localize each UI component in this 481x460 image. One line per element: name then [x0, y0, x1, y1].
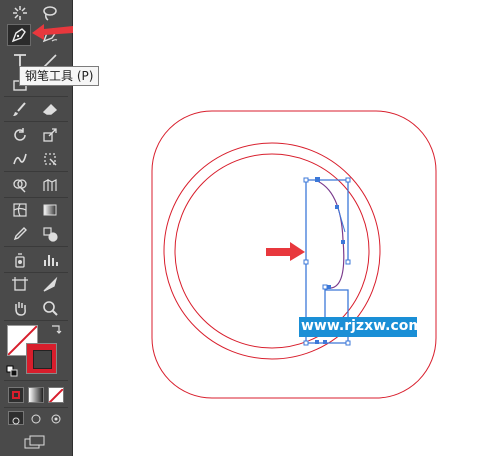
- stroke-swatch[interactable]: [26, 343, 57, 374]
- free-transform-icon[interactable]: [38, 148, 62, 170]
- artwork: [151, 110, 437, 399]
- column-graph-icon[interactable]: [38, 249, 62, 271]
- artboard-icon[interactable]: [8, 274, 32, 296]
- mesh-icon[interactable]: [8, 199, 32, 221]
- magic-wand-icon[interactable]: [8, 2, 32, 24]
- pen-tool-icon[interactable]: [7, 24, 31, 46]
- blend-icon[interactable]: [38, 223, 62, 245]
- artboard-canvas[interactable]: [73, 0, 481, 456]
- draw-inside-icon[interactable]: [48, 411, 64, 425]
- eyedropper-icon[interactable]: [8, 223, 32, 245]
- rotate-icon[interactable]: [8, 124, 32, 146]
- symbol-sprayer-icon[interactable]: [8, 249, 32, 271]
- default-colors-icon[interactable]: [6, 362, 18, 377]
- pointer-arrow-icon: [32, 24, 73, 40]
- path-arrow-icon: [266, 242, 305, 261]
- color-mode-button[interactable]: [8, 387, 24, 403]
- slice-icon[interactable]: [38, 274, 62, 296]
- zoom-icon[interactable]: [38, 297, 62, 319]
- eraser-icon[interactable]: [38, 98, 62, 120]
- gradient-icon[interactable]: [38, 199, 62, 221]
- gradient-mode-button[interactable]: [28, 387, 44, 403]
- swap-colors-icon[interactable]: [49, 322, 63, 336]
- draw-behind-icon[interactable]: [28, 411, 44, 425]
- warp-icon[interactable]: [8, 148, 32, 170]
- scale-icon[interactable]: [38, 124, 62, 146]
- screen-mode-icon[interactable]: [23, 434, 47, 450]
- none-mode-button[interactable]: [48, 387, 64, 403]
- perspective-grid-icon[interactable]: [38, 174, 62, 196]
- watermark-text: www.rjzxw.com: [301, 318, 423, 334]
- hand-icon[interactable]: [8, 297, 32, 319]
- paintbrush-icon[interactable]: [8, 98, 32, 120]
- shape-builder-icon[interactable]: [8, 174, 32, 196]
- draw-normal-icon[interactable]: [8, 411, 24, 425]
